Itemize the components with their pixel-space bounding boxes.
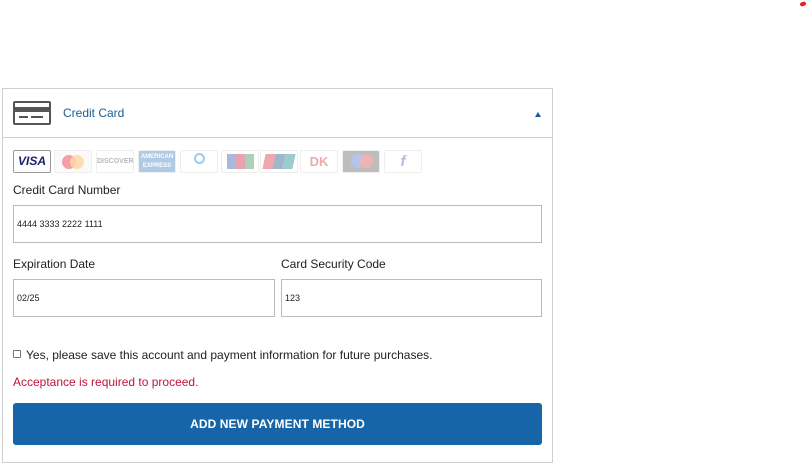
add-payment-method-button[interactable]: ADD NEW PAYMENT METHOD [13, 403, 542, 445]
corner-mark [799, 1, 806, 7]
expiration-date-input[interactable] [13, 279, 275, 317]
dankort-logo: DK [300, 150, 338, 173]
diners-club-logo [180, 150, 218, 173]
security-code-label: Card Security Code [281, 257, 386, 271]
credit-card-icon [13, 101, 51, 125]
jcb-logo [221, 150, 259, 173]
visa-logo: VISA [13, 150, 51, 173]
card-number-label: Credit Card Number [13, 183, 121, 197]
unionpay-logo [260, 150, 298, 173]
expiration-date-label: Expiration Date [13, 257, 96, 271]
mastercard-logo [54, 150, 92, 173]
security-code-input[interactable] [281, 279, 542, 317]
forbrugsforeningen-logo: f [384, 150, 422, 173]
section-title: Credit Card [63, 106, 125, 120]
save-account-checkbox[interactable] [13, 350, 21, 358]
save-account-label[interactable]: Yes, please save this account and paymen… [26, 348, 432, 362]
card-number-input[interactable] [13, 205, 542, 243]
credit-card-section-header[interactable]: Credit Card [3, 89, 552, 138]
american-express-logo: AMERICAN EXPRESS [138, 150, 176, 173]
payment-method-panel: Credit Card VISA DISCOVER AMERICAN EXPRE… [2, 88, 553, 463]
maestro-logo [342, 150, 380, 173]
caret-up-icon[interactable] [535, 112, 541, 117]
discover-logo: DISCOVER [96, 150, 134, 173]
acceptance-error-message: Acceptance is required to proceed. [13, 375, 199, 389]
